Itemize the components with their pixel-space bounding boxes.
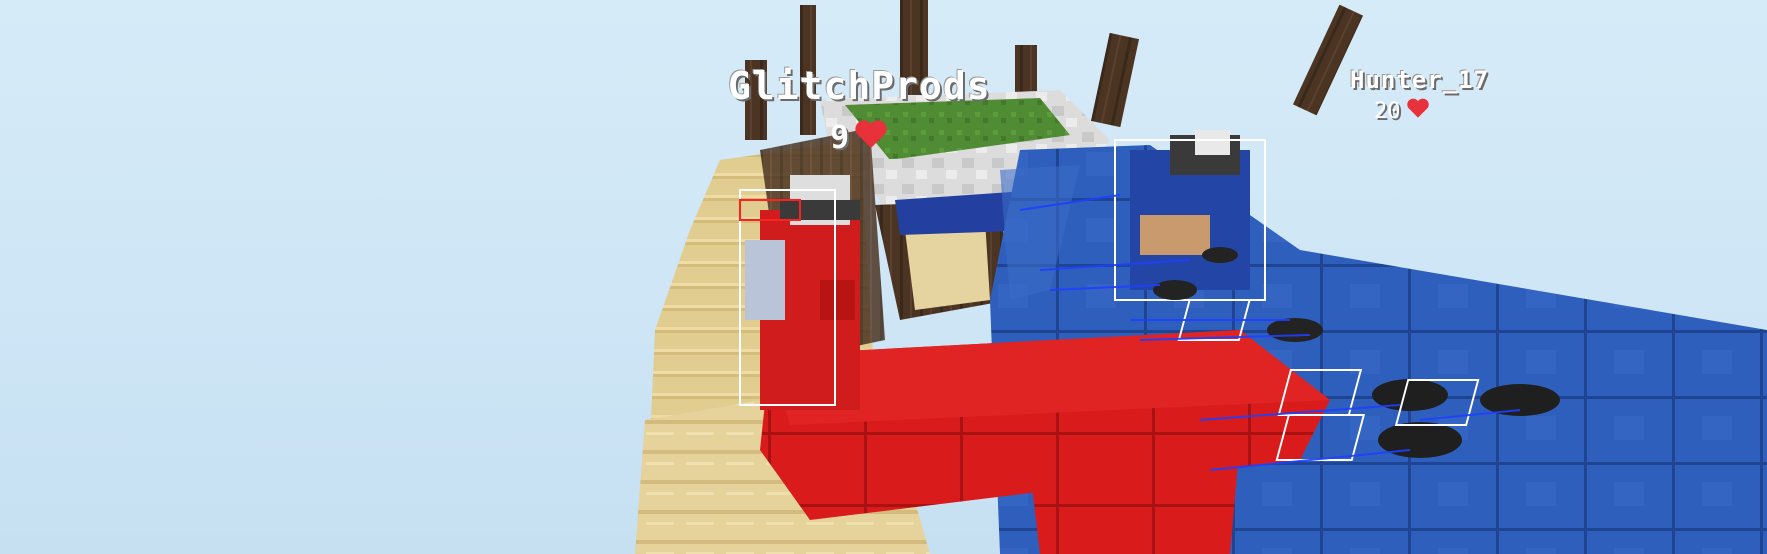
heart-icon	[855, 118, 887, 156]
player-health-glitchprods: 9	[830, 118, 887, 156]
player-nametag-hunter: Hunter_17	[1350, 66, 1489, 94]
player-name: Hunter_17	[1350, 66, 1490, 94]
player-nametag-glitchprods: GlitchProds	[728, 64, 991, 108]
health-value: 20	[1374, 98, 1401, 124]
heart-icon	[1406, 98, 1429, 124]
game-viewport[interactable]: GlitchProds 9 Hunter_17 20	[0, 0, 1767, 554]
health-value: 9	[830, 118, 850, 156]
player-health-hunter: 20	[1374, 98, 1429, 124]
blue-player	[1114, 130, 1266, 301]
player-name: GlitchProds	[728, 64, 991, 108]
